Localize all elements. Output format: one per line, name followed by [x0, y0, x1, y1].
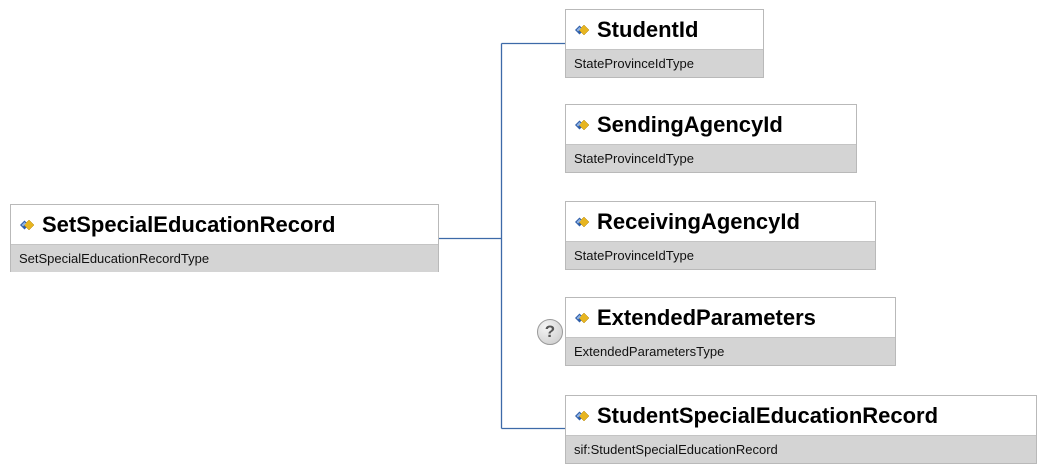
- element-type-studentspecialeducationrecord: sif:StudentSpecialEducationRecord: [566, 435, 1036, 463]
- element-type-sendingagencyid: StateProvinceIdType: [566, 144, 856, 172]
- element-type-receivingagencyid: StateProvinceIdType: [566, 241, 875, 269]
- element-node-sendingagencyid[interactable]: SendingAgencyId StateProvinceIdType: [565, 104, 857, 173]
- element-diamond-icon: [20, 219, 35, 230]
- element-header-sendingagencyid: SendingAgencyId: [566, 105, 856, 144]
- element-name-sendingagencyid: SendingAgencyId: [597, 111, 783, 137]
- element-name-studentid: StudentId: [597, 16, 699, 42]
- element-type-studentid: StateProvinceIdType: [566, 49, 763, 77]
- element-type-extendedparameters: ExtendedParametersType: [566, 337, 895, 365]
- root-element-node[interactable]: SetSpecialEducationRecord SetSpecialEduc…: [10, 204, 439, 272]
- element-header-studentid: StudentId: [566, 10, 763, 49]
- element-diamond-icon: [575, 119, 590, 130]
- element-node-receivingagencyid[interactable]: ReceivingAgencyId StateProvinceIdType: [565, 201, 876, 270]
- element-diamond-icon: [575, 410, 590, 421]
- element-diamond-icon: [575, 24, 590, 35]
- element-header-receivingagencyid: ReceivingAgencyId: [566, 202, 875, 241]
- optional-question-icon: ?: [537, 319, 563, 345]
- element-header-studentspecialeducationrecord: StudentSpecialEducationRecord: [566, 396, 1036, 435]
- element-diamond-icon: [575, 216, 590, 227]
- root-element-type: SetSpecialEducationRecordType: [11, 244, 438, 272]
- element-name-studentspecialeducationrecord: StudentSpecialEducationRecord: [597, 402, 939, 428]
- root-element-name: SetSpecialEducationRecord: [42, 211, 336, 237]
- element-node-studentspecialeducationrecord[interactable]: StudentSpecialEducationRecord sif:Studen…: [565, 395, 1037, 464]
- element-diamond-icon: [575, 312, 590, 323]
- element-header-extendedparameters: ExtendedParameters: [566, 298, 895, 337]
- element-name-receivingagencyid: ReceivingAgencyId: [597, 208, 800, 234]
- element-name-extendedparameters: ExtendedParameters: [597, 304, 816, 330]
- element-node-studentid[interactable]: StudentId StateProvinceIdType: [565, 9, 764, 78]
- root-element-header: SetSpecialEducationRecord: [11, 205, 438, 244]
- element-node-extendedparameters[interactable]: ExtendedParameters ExtendedParametersTyp…: [565, 297, 896, 366]
